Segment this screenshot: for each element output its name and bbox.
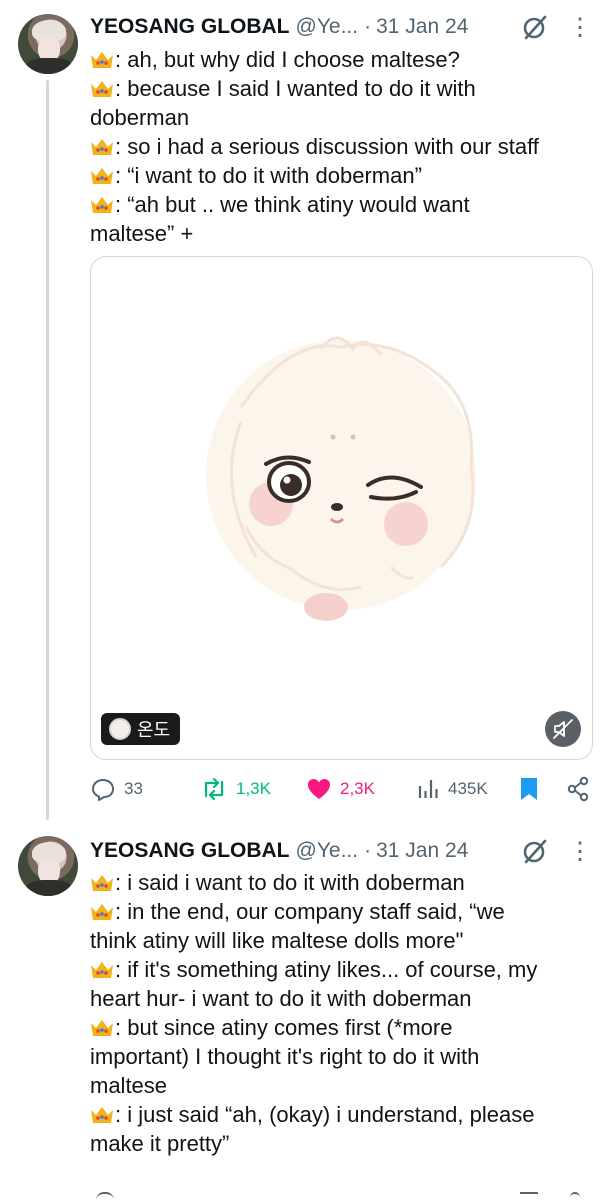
tweet-line-text: : i said i want to do it with doberman: [115, 870, 465, 895]
badge-label: 온도: [137, 720, 171, 740]
maltese-character-image: [206, 336, 476, 621]
more-icon[interactable]: ⋮: [568, 14, 592, 42]
tweet-line: important) I thought it's right to do it…: [90, 1044, 480, 1069]
tweet-line-text: : “ah but .. we think atiny would want: [115, 192, 470, 217]
avatar[interactable]: [18, 836, 78, 896]
tweet-line: : so i had a serious discussion with our…: [90, 132, 600, 161]
retweet-count: 1,3K: [236, 779, 271, 798]
like-button[interactable]: 2,3K: [306, 772, 375, 806]
tweet-line-text: : “i want to do it with doberman”: [115, 163, 422, 188]
avatar[interactable]: [18, 14, 78, 74]
crown-emoji: [91, 1020, 113, 1036]
share-button[interactable]: [566, 772, 598, 806]
tweet-line: make it pretty”: [90, 1131, 230, 1156]
muted-speaker-icon[interactable]: [545, 711, 581, 747]
tweet-line: : because I said I wanted to do it with: [90, 74, 600, 103]
heart-icon: [308, 779, 330, 799]
tweet-date[interactable]: 31 Jan 24: [376, 839, 468, 863]
tweet-date[interactable]: 31 Jan 24: [376, 15, 468, 39]
tweet-media-video[interactable]: 온도: [90, 256, 593, 760]
view-count: 435K: [448, 779, 488, 798]
thread-connector-line: [46, 80, 49, 820]
author-handle[interactable]: @Ye...: [296, 15, 359, 39]
grok-icon[interactable]: [520, 14, 548, 42]
tweet-line-text: : if it's something atiny likes... of co…: [115, 957, 538, 982]
crown-emoji: [91, 81, 113, 97]
share-icon: [567, 776, 589, 802]
separator-dot: ·: [364, 839, 372, 862]
views-icon: [418, 780, 438, 798]
tweet-line-text: : i just said “ah, (okay) i understand, …: [115, 1102, 535, 1127]
separator-dot: ·: [364, 15, 372, 38]
share-icon[interactable]: [570, 1192, 580, 1202]
reply-icon: [92, 779, 114, 801]
tweet-line-text: : ah, but why did I choose maltese?: [115, 47, 460, 72]
badge-avatar: [109, 718, 131, 740]
tweet-line-text: : so i had a serious discussion with our…: [115, 134, 539, 159]
crown-emoji: [91, 904, 113, 920]
reply-button[interactable]: 33: [90, 772, 143, 806]
author-handle[interactable]: @Ye...: [296, 839, 359, 863]
tweet-action-bar: 33 1,3K 2,3K 435K: [90, 772, 600, 806]
tweet-line: think atiny will like maltese dolls more…: [90, 928, 464, 953]
tweet-line: : “ah but .. we think atiny would want: [90, 190, 600, 219]
tweet-line: : if it's something atiny likes... of co…: [90, 955, 600, 984]
bookmark-button[interactable]: [518, 772, 548, 806]
tweet-text: : ah, but why did I choose maltese? : be…: [90, 45, 600, 248]
crown-emoji: [91, 52, 113, 68]
author-name[interactable]: YEOSANG GLOBAL: [90, 15, 290, 39]
views-button[interactable]: 435K: [416, 772, 488, 806]
tweet-line-text: : in the end, our company staff said, “w…: [115, 899, 505, 924]
tweet-header: YEOSANG GLOBAL @Ye... · 31 Jan 24: [90, 836, 468, 866]
crown-emoji: [91, 1107, 113, 1123]
tweet-line: maltese” +: [90, 221, 194, 246]
tweet-line: : “i want to do it with doberman”: [90, 161, 600, 190]
tweet-header: YEOSANG GLOBAL @Ye... · 31 Jan 24: [90, 12, 468, 42]
tweet-line: : in the end, our company staff said, “w…: [90, 897, 600, 926]
tweet-line: : but since atiny comes first (*more: [90, 1013, 600, 1042]
tweet-line: : i said i want to do it with doberman: [90, 868, 600, 897]
reply-count: 33: [124, 779, 143, 798]
tweet-line: : i just said “ah, (okay) i understand, …: [90, 1100, 600, 1129]
bookmark-icon[interactable]: [520, 1192, 538, 1202]
tweet-line: doberman: [90, 105, 190, 130]
tweet-line: : ah, but why did I choose maltese?: [90, 45, 600, 74]
tweet-line: maltese: [90, 1073, 168, 1098]
author-name[interactable]: YEOSANG GLOBAL: [90, 839, 290, 863]
crown-emoji: [91, 962, 113, 978]
audio-source-badge[interactable]: 온도: [101, 713, 181, 745]
crown-emoji: [91, 875, 113, 891]
crown-emoji: [91, 197, 113, 213]
tweet-line-text: : because I said I wanted to do it with: [115, 76, 476, 101]
more-icon[interactable]: ⋮: [568, 838, 592, 866]
retweet-icon: [204, 777, 224, 801]
retweet-button[interactable]: 1,3K: [200, 772, 271, 806]
crown-emoji: [91, 139, 113, 155]
tweet-line-text: : but since atiny comes first (*more: [115, 1015, 453, 1040]
tweet-text: : i said i want to do it with doberman :…: [90, 868, 600, 1158]
like-count: 2,3K: [340, 779, 375, 798]
grok-icon[interactable]: [520, 838, 548, 866]
crown-emoji: [91, 168, 113, 184]
bookmark-icon: [521, 778, 537, 800]
tweet-line: heart hur- i want to do it with doberman: [90, 986, 472, 1011]
reply-icon[interactable]: [96, 1192, 114, 1202]
